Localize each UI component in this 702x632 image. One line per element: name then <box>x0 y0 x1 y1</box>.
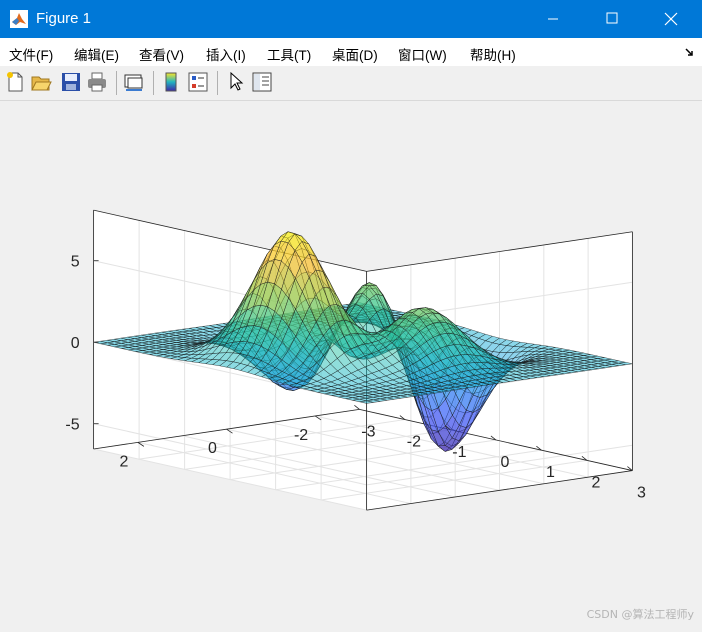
title-bar: Figure 1 <box>0 0 702 38</box>
menu-edit[interactable]: 编辑(E) <box>74 44 119 64</box>
matlab-logo-icon <box>10 10 28 28</box>
print-icon[interactable] <box>86 71 108 93</box>
open-file-icon[interactable] <box>30 71 52 93</box>
close-icon <box>648 0 694 38</box>
figure-canvas[interactable]: 5 0 -5 2 0 -2 -3 -2 -1 0 1 2 3 <box>0 101 702 628</box>
x-tick-label: 0 <box>500 454 509 471</box>
menu-desktop[interactable]: 桌面(D) <box>332 44 378 64</box>
watermark: CSDN @算法工程师y <box>587 606 694 622</box>
z-tick-label: 5 <box>71 254 80 271</box>
menu-bar: 文件(F) 编辑(E) 查看(V) 插入(I) 工具(T) 桌面(D) 窗口(W… <box>0 38 702 66</box>
dock-arrow-icon[interactable] <box>684 46 696 58</box>
y-tick-label: 2 <box>119 453 128 470</box>
menu-file[interactable]: 文件(F) <box>9 44 53 64</box>
minimize-icon <box>530 0 576 38</box>
x-tick-label: -2 <box>407 434 421 451</box>
x-tick-label: 3 <box>637 485 646 502</box>
maximize-icon <box>589 0 635 38</box>
minimize-button[interactable] <box>530 0 576 38</box>
save-icon[interactable] <box>60 71 82 93</box>
toolbar-separator <box>153 71 154 95</box>
menu-view[interactable]: 查看(V) <box>139 44 184 64</box>
maximize-button[interactable] <box>589 0 635 38</box>
legend-icon[interactable] <box>187 71 209 93</box>
x-tick-label: -1 <box>452 444 466 461</box>
colorbar-icon[interactable] <box>160 71 182 93</box>
z-tick-label: -5 <box>65 417 79 434</box>
link-plot-icon[interactable] <box>123 71 145 93</box>
menu-insert[interactable]: 插入(I) <box>206 44 246 64</box>
menu-window[interactable]: 窗口(W) <box>398 44 447 64</box>
menu-tools[interactable]: 工具(T) <box>267 44 311 64</box>
x-tick-label: -3 <box>361 423 375 440</box>
menu-help[interactable]: 帮助(H) <box>470 44 516 64</box>
new-figure-icon[interactable] <box>4 71 26 93</box>
property-inspector-icon[interactable] <box>251 71 273 93</box>
surface-plot[interactable]: 5 0 -5 2 0 -2 -3 -2 -1 0 1 2 3 <box>0 101 702 628</box>
y-tick-label: -2 <box>294 427 308 444</box>
y-tick-label: 0 <box>208 440 217 457</box>
x-tick-label: 2 <box>591 474 600 491</box>
x-tick-label: 1 <box>546 464 555 481</box>
pointer-icon[interactable] <box>225 71 247 93</box>
toolbar-separator <box>116 71 117 95</box>
toolbar-separator <box>217 71 218 95</box>
window-title: Figure 1 <box>36 10 91 27</box>
close-button[interactable] <box>648 0 694 38</box>
toolbar <box>0 66 702 101</box>
z-tick-label: 0 <box>71 335 80 352</box>
